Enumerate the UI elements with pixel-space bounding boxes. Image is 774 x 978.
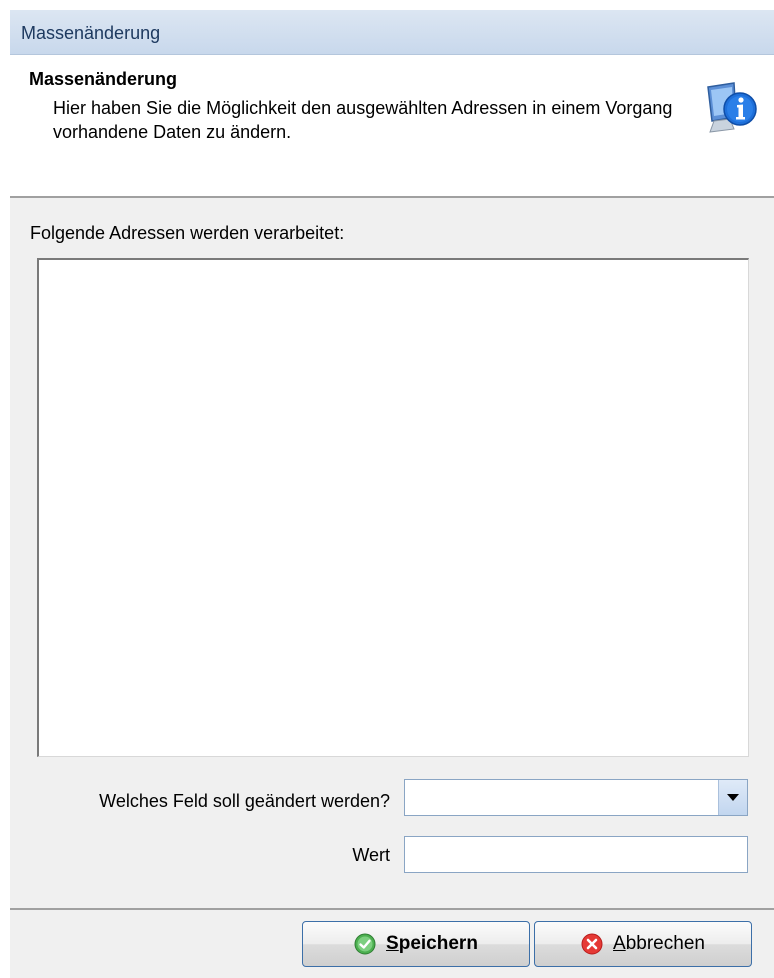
address-list[interactable]	[37, 258, 749, 757]
header-title: Massenänderung	[29, 69, 178, 89]
field-select-label: Welches Feld soll geändert werden?	[99, 791, 390, 811]
check-circle-icon	[354, 933, 376, 955]
info-monitor-icon	[707, 82, 757, 133]
header-description: Hier haben Sie die Möglichkeit den ausge…	[53, 98, 673, 142]
mass-change-dialog: Massenänderung Massenänderung Hier haben…	[10, 10, 774, 978]
cancel-button-label: Abbrechen	[613, 933, 705, 954]
save-button[interactable]: Speichern	[302, 921, 530, 967]
list-label: Folgende Adressen werden verarbeitet:	[30, 223, 345, 243]
title-bar[interactable]: Massenänderung	[10, 10, 774, 55]
value-input[interactable]	[404, 836, 748, 873]
field-select[interactable]	[404, 779, 748, 816]
window-title: Massenänderung	[21, 23, 161, 43]
save-button-label: Speichern	[386, 933, 478, 954]
value-label: Wert	[352, 845, 390, 865]
dialog-header: Massenänderung Hier haben Sie die Möglic…	[10, 55, 774, 198]
cancel-button[interactable]: Abbrechen	[534, 921, 752, 967]
footer-divider	[10, 908, 774, 910]
x-circle-icon	[581, 933, 603, 955]
chevron-down-icon[interactable]	[718, 780, 747, 815]
